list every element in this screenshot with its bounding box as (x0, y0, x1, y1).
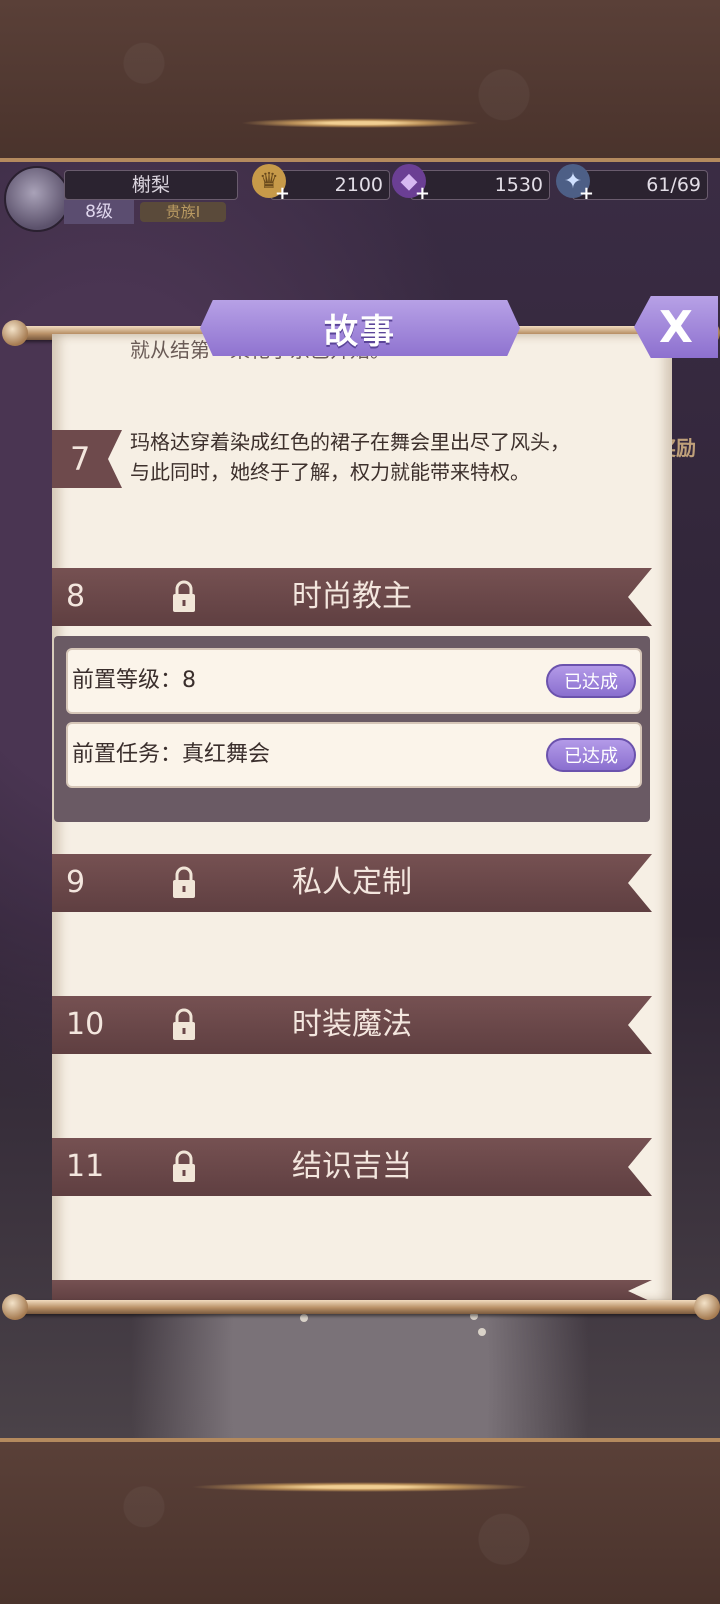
chapter-title: 私人定制 (292, 865, 412, 900)
stamina-value: 61/69 (646, 174, 701, 196)
gold-value: 2100 (334, 174, 383, 196)
requirement-row: 前置任务：真红舞会 已达成 (66, 722, 642, 788)
chapter-7-text-line1: 玛格达穿着染成红色的裙子在舞会里出尽了风头， (130, 430, 570, 454)
crown-icon[interactable]: ♛ + (252, 164, 290, 204)
chapter-title: 时装魔法 (292, 1007, 412, 1042)
dialog-title-banner: 故事 (200, 300, 520, 356)
dialog-title: 故事 (324, 311, 396, 352)
bottom-ornament (190, 1482, 530, 1492)
requirement-row: 前置等级：8 已达成 (66, 648, 642, 714)
requirement-label: 前置等级：8 (72, 668, 196, 693)
chapter-number: 9 (66, 865, 86, 900)
close-button[interactable]: X (634, 296, 718, 358)
lock-icon (173, 1008, 195, 1040)
shoe-icon[interactable]: ✦ + (556, 164, 594, 204)
gem-icon[interactable]: ◆ + (392, 164, 430, 204)
player-name: 榭梨 (64, 170, 238, 200)
gem-value: 1530 (494, 174, 543, 196)
requirement-label: 前置任务：真红舞会 (72, 742, 271, 767)
close-icon[interactable]: X (659, 302, 693, 353)
rank-badge[interactable]: 贵族I (140, 202, 226, 222)
top-ornament (240, 118, 480, 128)
chapter-11-banner[interactable]: 结识吉当 11 (52, 1138, 652, 1196)
chapter-number: 10 (66, 1007, 105, 1042)
gem-counter[interactable]: 1530 (410, 170, 550, 200)
plus-icon[interactable]: + (579, 183, 594, 204)
top-hud: 榭梨 8级 贵族I 2100 ♛ + 1530 ◆ + 61/69 ✦ + (0, 164, 720, 232)
chapter-title: 时尚教主 (292, 579, 412, 614)
chapter-10-banner[interactable]: 时装魔法 10 (52, 996, 652, 1054)
plus-icon[interactable]: + (415, 183, 430, 204)
requirements-panel: 前置等级：8 已达成 前置任务：真红舞会 已达成 (54, 636, 650, 822)
plus-icon[interactable]: + (275, 183, 290, 204)
top-frame (0, 0, 720, 162)
lock-icon (173, 866, 195, 898)
chapter-9-banner[interactable]: 私人定制 9 (52, 854, 652, 912)
lock-icon (173, 580, 195, 612)
chapter-7-text-line2: 与此同时，她终于了解，权力就能带来特权。 (130, 460, 530, 484)
player-level: 8级 (64, 200, 134, 224)
lock-icon (173, 1150, 195, 1182)
chapter-number: 8 (66, 579, 86, 614)
status-badge: 已达成 (546, 738, 636, 772)
status-badge: 已达成 (546, 664, 636, 698)
chapter-8-banner[interactable]: 时尚教主 8 (52, 568, 652, 626)
chapter-title: 结识吉当 (292, 1149, 412, 1184)
chapter-number: 11 (66, 1149, 105, 1184)
avatar[interactable] (4, 166, 70, 232)
bottom-frame (0, 1438, 720, 1604)
chapter-12-banner-partial[interactable] (52, 1280, 652, 1302)
scroll-bottom-rod (2, 1294, 720, 1320)
